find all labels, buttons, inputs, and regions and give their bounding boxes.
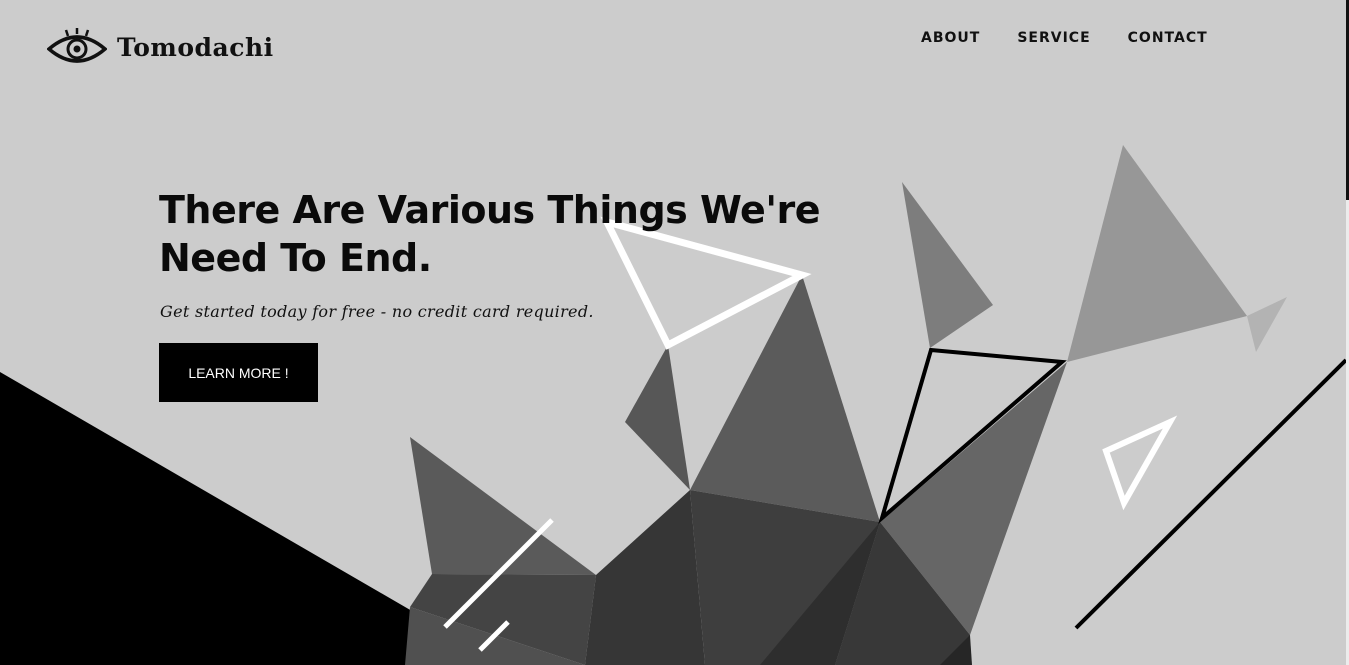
- hero-title-line-2: Need To End.: [159, 236, 432, 280]
- eye-icon: [47, 28, 107, 63]
- nav-item-about[interactable]: ABOUT: [921, 30, 980, 46]
- nav-item-service[interactable]: SERVICE: [1017, 30, 1090, 46]
- brand-logo[interactable]: Tomodachi: [47, 25, 274, 69]
- hero-title: There Are Various Things We're Need To E…: [159, 186, 859, 282]
- landing-page: Tomodachi ABOUT SERVICE CONTACT There Ar…: [0, 0, 1349, 665]
- hero-subtitle: Get started today for free - no credit c…: [160, 302, 594, 321]
- learn-more-button[interactable]: LEARN MORE !: [159, 343, 318, 402]
- nav-item-contact[interactable]: CONTACT: [1128, 30, 1208, 46]
- polygon-art-illustration: [0, 145, 1348, 665]
- hero-title-line-1: There Are Various Things We're: [159, 188, 820, 232]
- brand-name: Tomodachi: [117, 32, 274, 62]
- main-nav: ABOUT SERVICE CONTACT: [921, 30, 1245, 46]
